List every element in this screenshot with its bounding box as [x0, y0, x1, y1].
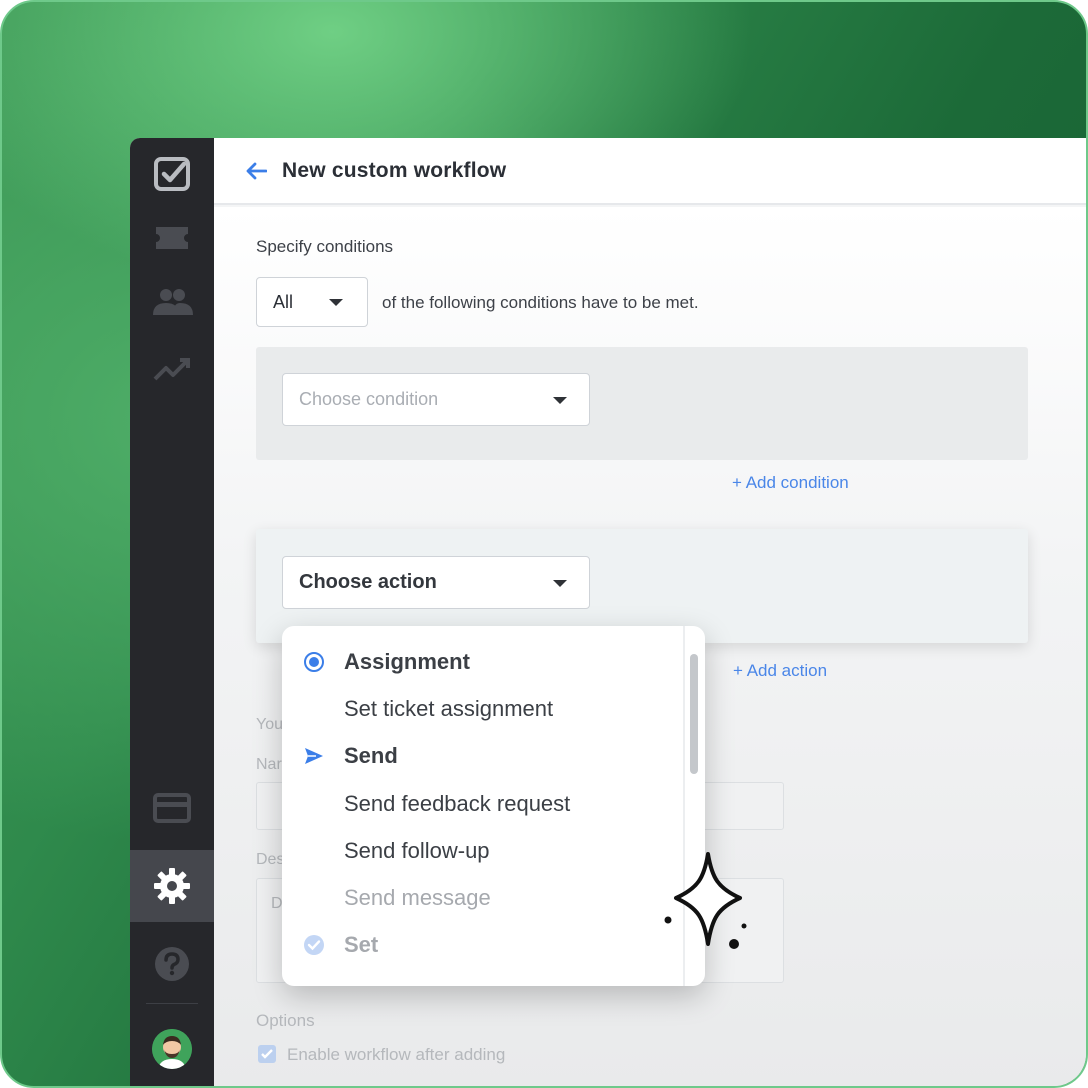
your-label: You	[256, 716, 283, 733]
dropdown-option-send-follow-up[interactable]: Send follow-up	[282, 829, 682, 873]
condition-panel: Choose condition	[256, 347, 1028, 460]
match-all-select-value: All	[273, 291, 294, 312]
avatar[interactable]	[152, 1029, 192, 1069]
chevron-down-icon	[553, 579, 567, 587]
match-all-select[interactable]: All	[256, 277, 368, 327]
dropdown-option-send-feedback-request[interactable]: Send feedback request	[282, 782, 682, 826]
dropdown-group-set: Set	[282, 923, 682, 967]
background-frame: New custom workflow Specify conditions A…	[0, 0, 1088, 1088]
dropdown-group-send: Send	[282, 734, 682, 778]
page-header: New custom workflow	[214, 138, 1086, 205]
help-icon[interactable]	[130, 936, 214, 992]
sidebar-divider	[146, 1003, 198, 1004]
settings-gear-icon[interactable]	[130, 850, 214, 922]
choose-action-value: Choose action	[299, 571, 437, 593]
name-label: Nar	[256, 756, 282, 773]
page-title: New custom workflow	[282, 158, 507, 182]
tickets-checkbox-icon[interactable]	[130, 146, 214, 202]
dropdown-item-label: Set	[344, 932, 379, 957]
choose-condition-placeholder: Choose condition	[299, 389, 439, 409]
radio-selected-icon	[302, 650, 326, 674]
description-placeholder: D	[271, 895, 283, 912]
dropdown-scrollbar-thumb[interactable]	[690, 654, 698, 774]
reports-icon[interactable]	[130, 340, 214, 396]
enable-workflow-checkbox[interactable]	[258, 1045, 276, 1063]
dropdown-item-label: Send	[344, 743, 398, 768]
billing-card-icon[interactable]	[130, 780, 214, 836]
choose-condition-select[interactable]: Choose condition	[282, 373, 590, 426]
add-action-link[interactable]: + Add action	[733, 661, 827, 681]
chevron-down-icon	[553, 396, 567, 404]
check-circle-icon	[302, 933, 326, 957]
description-label: Des	[256, 851, 285, 868]
back-arrow-icon[interactable]	[244, 159, 268, 183]
inbox-icon[interactable]	[130, 210, 214, 266]
dropdown-item-label: Assignment	[344, 649, 470, 674]
dropdown-item-label: Send follow-up	[344, 838, 490, 863]
send-icon	[302, 744, 326, 768]
sparkle-icon	[664, 852, 747, 949]
dropdown-item-label: Set ticket assignment	[344, 696, 554, 721]
checkmark-icon	[261, 1049, 273, 1059]
dropdown-group-assignment: Assignment	[282, 640, 682, 684]
dropdown-item-label: Send message	[344, 885, 491, 910]
sidebar	[130, 138, 214, 1086]
enable-workflow-label: Enable workflow after adding	[287, 1045, 506, 1064]
options-label: Options	[256, 1011, 315, 1030]
customers-icon[interactable]	[130, 274, 214, 330]
chevron-down-icon	[329, 299, 343, 306]
choose-action-select[interactable]: Choose action	[282, 556, 590, 609]
dropdown-option-send-message[interactable]: Send message	[282, 876, 682, 920]
dropdown-option-set-ticket-assignment[interactable]: Set ticket assignment	[282, 687, 682, 731]
specify-conditions-label: Specify conditions	[256, 237, 394, 256]
match-conditions-text: of the following conditions have to be m…	[382, 293, 699, 312]
dropdown-item-label: Send feedback request	[344, 791, 571, 816]
add-condition-link[interactable]: + Add condition	[732, 473, 849, 493]
action-dropdown-menu: Assignment Set ticket assignment Send Se…	[282, 626, 705, 986]
